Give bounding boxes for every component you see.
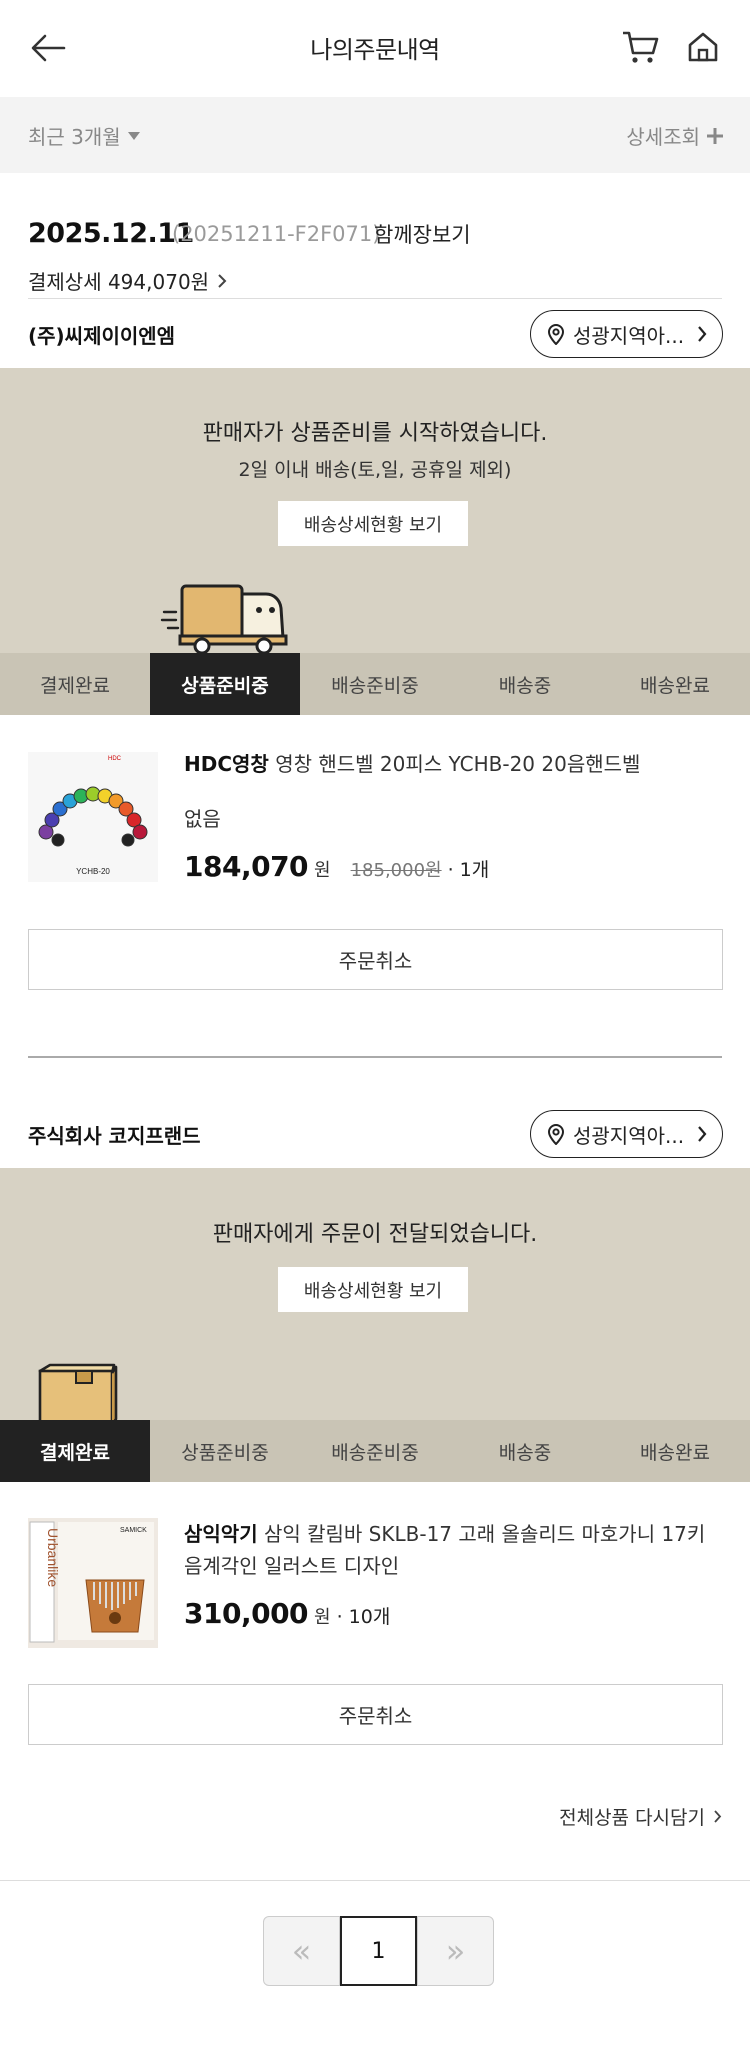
location-label: 성광지역아... [573, 1123, 685, 1148]
product-title: 삼익 칼림바 SKLB-17 고래 올솔리드 마호가니 17키 음계각인 일러스… [184, 1522, 706, 1578]
home-icon [688, 32, 718, 62]
status-message: 판매자에게 주문이 전달되었습니다. [212, 1222, 538, 1247]
detail-search-label: 상세조회 [626, 125, 700, 149]
next-page-button[interactable]: » [417, 1916, 494, 1986]
location-pin-icon [547, 1124, 565, 1145]
status-sub-message: 2일 이내 배송(토,일, 공휴일 제외) [238, 459, 512, 481]
prev-page-button[interactable]: « [263, 1916, 340, 1986]
box-icon [38, 1363, 118, 1425]
step-delivered: 배송완료 [640, 1441, 710, 1464]
product-price: 184,070 원 185,000원 · 1개 [184, 850, 489, 883]
pagination: « 1 » [263, 1916, 494, 1986]
caret-down-icon [127, 131, 140, 140]
svg-text:HDC: HDC [108, 756, 122, 762]
chevron-right-icon [698, 326, 707, 342]
truck-icon [160, 584, 288, 654]
step-preparing-product: 상품준비중 [181, 1441, 269, 1464]
location-pin-icon [547, 324, 565, 345]
filter-bar: 최근 3개월 상세조회 [0, 97, 750, 173]
order-date: 2025.12.11 [28, 218, 194, 249]
quantity: · 1개 [447, 859, 490, 881]
step-payment-complete: 결제완료 [40, 674, 110, 697]
app-header: 나의주문내역 [0, 0, 750, 97]
cart-icon [623, 31, 659, 63]
tracking-detail-button[interactable]: 배송상세현황 보기 [278, 1267, 468, 1312]
product-name[interactable]: HDC영창 영창 핸드벨 20피스 YCHB-20 20음핸드벨 [184, 748, 724, 780]
price-unit: 원 [314, 1607, 331, 1628]
price-unit: 원 [314, 860, 331, 881]
reorder-all-label: 전체상품 다시담기 [559, 1807, 705, 1829]
payment-detail-link[interactable]: 결제상세 494,070원 [28, 266, 227, 295]
shipping-progress-steps: 결제완료 상품준비중 배송준비중 배송중 배송완료 [0, 1420, 750, 1482]
divider [28, 298, 722, 299]
step-in-transit: 배송중 [498, 1441, 552, 1464]
step-preparing-shipment: 배송준비중 [331, 1441, 419, 1464]
step-payment-complete: 결제완료 [0, 1420, 150, 1482]
divider [0, 1880, 750, 1881]
step-preparing-shipment: 배송준비중 [331, 674, 419, 697]
seller-name: 주식회사 코지프랜드 [28, 1124, 201, 1148]
cancel-order-button[interactable]: 주문취소 [28, 929, 723, 990]
step-in-transit: 배송중 [498, 674, 552, 697]
product-name[interactable]: 삼익악기 삼익 칼림바 SKLB-17 고래 올솔리드 마호가니 17키 음계각… [184, 1518, 724, 1582]
step-preparing-product: 상품준비중 [150, 653, 300, 715]
quantity: · 10개 [336, 1606, 391, 1628]
seller-name: (주)씨제이이엔엠 [28, 324, 176, 348]
period-label: 최근 3개월 [28, 125, 121, 149]
home-button[interactable] [681, 26, 725, 68]
product-brand: HDC영창 [184, 752, 269, 776]
plus-icon [707, 127, 723, 144]
step-delivered: 배송완료 [640, 674, 710, 697]
kalimba-image: Urbanlike SAMICK [28, 1518, 158, 1648]
product-option: 없음 [184, 807, 221, 831]
status-message: 판매자가 상품준비를 시작하였습니다. [202, 421, 548, 446]
location-button[interactable]: 성광지역아... [530, 1110, 723, 1158]
product-thumbnail[interactable]: Urbanlike SAMICK [28, 1518, 158, 1648]
svg-text:YCHB-20: YCHB-20 [76, 867, 110, 876]
svg-text:SAMICK: SAMICK [120, 1527, 147, 1534]
product-thumbnail[interactable]: HDC YCHB-20 [28, 752, 158, 882]
chevron-right-icon [698, 1126, 707, 1142]
tracking-detail-button[interactable]: 배송상세현황 보기 [278, 501, 468, 546]
order-number: (20251211-F2F071) [172, 222, 381, 246]
location-button[interactable]: 성광지역아... [530, 310, 723, 358]
shipping-progress-steps: 결제완료 상품준비중 배송준비중 배송중 배송완료 [0, 653, 750, 715]
product-brand: 삼익악기 [184, 1522, 258, 1546]
chevron-right-icon [714, 1810, 722, 1823]
original-price: 185,000원 [350, 860, 442, 881]
period-dropdown[interactable]: 최근 3개월 [28, 121, 141, 150]
location-label: 성광지역아... [573, 323, 685, 348]
section-divider [28, 1056, 722, 1058]
product-price: 310,000 원 · 10개 [184, 1597, 390, 1630]
reorder-all-button[interactable]: 전체상품 다시담기 [559, 1803, 722, 1830]
together-shopping-link[interactable]: 함께장보기 [374, 219, 471, 249]
page-number-current[interactable]: 1 [340, 1916, 417, 1986]
price-value: 310,000 [184, 1597, 309, 1630]
price-value: 184,070 [184, 850, 309, 883]
cart-button[interactable] [618, 26, 662, 68]
detail-search-button[interactable]: 상세조회 [626, 121, 724, 150]
cancel-order-button[interactable]: 주문취소 [28, 1684, 723, 1745]
payment-detail-label: 결제상세 494,070원 [28, 270, 210, 294]
chevron-right-icon [218, 273, 227, 288]
handbell-image: HDC YCHB-20 [28, 752, 158, 882]
product-title: 영창 핸드벨 20피스 YCHB-20 20음핸드벨 [275, 752, 641, 776]
